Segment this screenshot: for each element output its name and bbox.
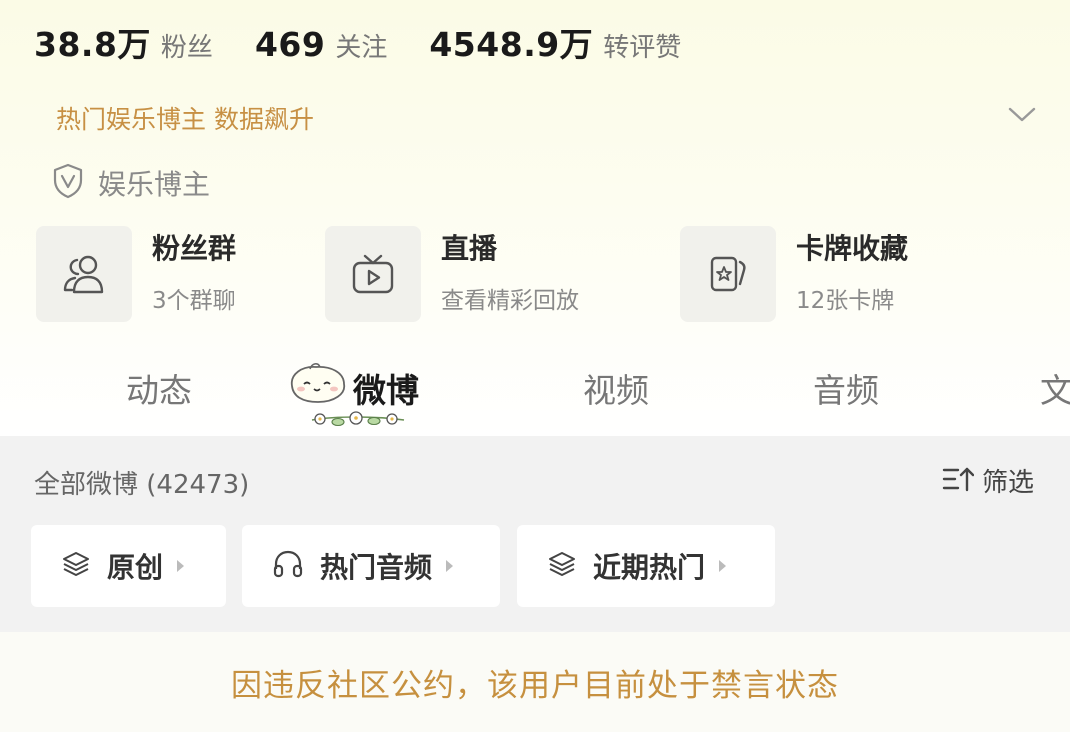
layers-icon <box>547 549 577 583</box>
chip-hot-audio[interactable]: 热门音频 <box>242 525 500 607</box>
card-icon <box>680 226 776 322</box>
card-subtitle: 查看精彩回放 <box>441 288 579 314</box>
stat-following[interactable]: 469 关注 <box>255 25 387 64</box>
card-title: 粉丝群 <box>152 232 237 265</box>
chip-original[interactable]: 原创 <box>31 525 226 607</box>
tab-weibo[interactable]: 微博 <box>353 364 419 412</box>
stats-row: 38.8万 粉丝 469 关注 4548.9万 转评赞 <box>34 18 723 66</box>
profile-header: 38.8万 粉丝 469 关注 4548.9万 转评赞 热门娱乐博主 数据飙升 … <box>0 0 1070 436</box>
tab-articles[interactable]: 文 <box>1040 364 1070 412</box>
profile-tabs: 动态 微博 视频 音频 文 <box>0 352 1070 436</box>
verify-tag: 娱乐博主 <box>52 163 210 203</box>
ban-notice-text: 因违反社区公约，该用户目前处于禁言状态 <box>231 668 839 704</box>
hot-blogger-banner[interactable]: 热门娱乐博主 数据飙升 <box>56 100 1046 136</box>
card-title: 直播 <box>441 232 498 265</box>
caret-right-icon <box>719 560 727 572</box>
caret-right-icon <box>177 560 185 572</box>
chevron-down-icon[interactable] <box>1008 106 1036 128</box>
tv-icon <box>325 226 421 322</box>
stat-value: 469 <box>254 25 326 64</box>
sort-filter-icon <box>942 465 975 497</box>
headphones-icon <box>272 549 304 583</box>
card-subtitle: 12张卡牌 <box>796 288 895 314</box>
filter-button[interactable]: 筛选 <box>942 462 1034 499</box>
hot-banner-text: 热门娱乐博主 数据飙升 <box>56 105 314 134</box>
tab-audio[interactable]: 音频 <box>813 364 879 412</box>
caret-right-icon <box>446 560 454 572</box>
stat-label: 关注 <box>335 33 388 63</box>
tab-videos[interactable]: 视频 <box>583 364 649 412</box>
card-collection[interactable]: 卡牌收藏 12张卡牌 <box>680 224 908 324</box>
verify-tag-text: 娱乐博主 <box>98 168 211 201</box>
layers-icon <box>61 549 91 583</box>
card-live[interactable]: 直播 查看精彩回放 <box>325 224 579 324</box>
shield-icon <box>52 163 84 203</box>
feed-title: 全部微博 (42473) <box>34 470 250 500</box>
feed-header: 全部微博 (42473) 筛选 原创 热门音频 近期热门 <box>0 436 1070 632</box>
stat-value: 4548.9万 <box>429 25 594 64</box>
feature-cards: 粉丝群 3个群聊 直播 查看精彩回放 卡牌收藏 12张卡牌 <box>36 224 1036 324</box>
filter-label: 筛选 <box>981 468 1034 498</box>
card-subtitle: 3个群聊 <box>152 288 236 314</box>
chip-label: 热门音频 <box>320 551 433 584</box>
stat-reposts[interactable]: 4548.9万 转评赞 <box>429 18 681 66</box>
people-icon <box>36 226 132 322</box>
chip-label: 原创 <box>107 551 164 584</box>
chip-label: 近期热门 <box>593 551 706 584</box>
chip-recent-hot[interactable]: 近期热门 <box>517 525 775 607</box>
ban-notice-area: 因违反社区公约，该用户目前处于禁言状态 <box>0 632 1070 732</box>
stat-followers[interactable]: 38.8万 粉丝 <box>34 18 213 66</box>
tab-posts[interactable]: 动态 <box>126 364 192 412</box>
stat-label: 转评赞 <box>603 33 682 63</box>
stat-label: 粉丝 <box>160 33 213 63</box>
stat-value: 38.8万 <box>34 25 151 64</box>
card-fan-group[interactable]: 粉丝群 3个群聊 <box>36 224 236 324</box>
flower-decoration-icon <box>306 406 410 438</box>
card-title: 卡牌收藏 <box>796 232 909 265</box>
